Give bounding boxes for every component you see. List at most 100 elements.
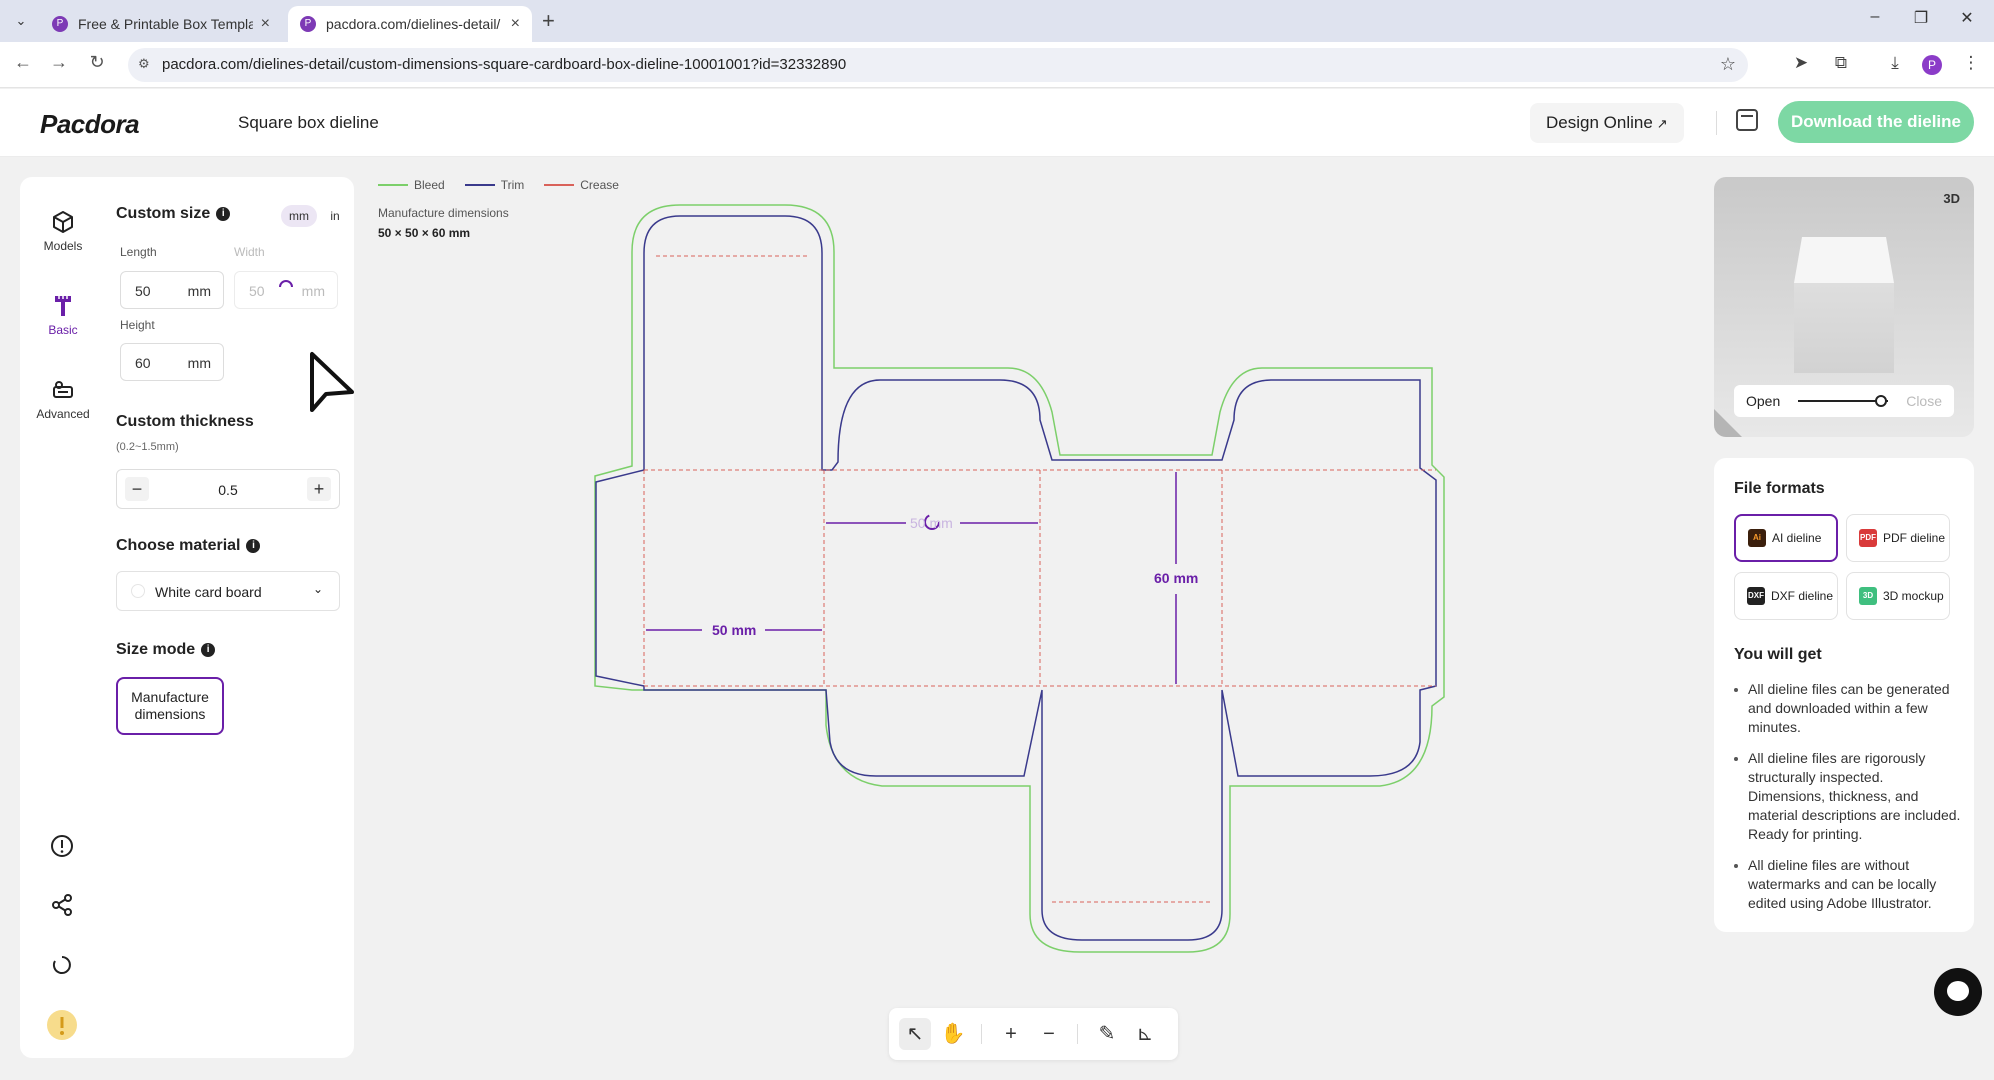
unit-mm-option[interactable]: mm (281, 205, 317, 227)
box-front-face (1794, 283, 1894, 373)
window-close-icon[interactable]: ✕ (1952, 8, 1982, 28)
info-icon[interactable]: i (246, 538, 261, 553)
box-top-face (1794, 237, 1894, 283)
pacdora-favicon: P (52, 16, 68, 32)
material-select[interactable]: White card board ⌄ (116, 571, 340, 611)
file-formats-title: File formats (1734, 480, 1825, 497)
menu-icon[interactable]: ⋮ (1958, 53, 1984, 73)
size-mode-line1: Manufacture (131, 689, 209, 705)
legend-trim: Trim (464, 178, 525, 192)
legend: Bleed Trim Crease (378, 178, 639, 192)
dimension-markers (646, 472, 1177, 684)
list-item: All dieline files are rigorously structu… (1734, 749, 1962, 844)
alert-icon[interactable] (50, 834, 74, 858)
thickness-value[interactable]: 0.5 (117, 482, 339, 498)
pen-tool-icon[interactable]: ✎ (1091, 1018, 1123, 1050)
browser-tab-templates[interactable]: P Free & Printable Box Templat × (40, 6, 282, 42)
measure-tool-icon[interactable]: ⊾ (1129, 1018, 1161, 1050)
tab-list-icon[interactable]: ⌄ (10, 10, 32, 32)
new-tab-icon[interactable]: + (542, 8, 555, 34)
close-icon[interactable]: × (261, 15, 270, 33)
spinner-icon (279, 280, 293, 288)
width-input[interactable]: 50 mm (234, 271, 338, 309)
size-mode-manufacture-button[interactable]: Manufacture dimensions (116, 677, 224, 735)
manufacture-dimensions-value: 50 × 50 × 60 mm (378, 226, 471, 240)
unit-in-option[interactable]: in (317, 205, 353, 227)
custom-size-heading: Custom size i (116, 205, 231, 223)
nav-item-label: Advanced (36, 407, 90, 421)
reload-icon[interactable]: ↻ (84, 52, 110, 73)
nav-item-label: Basic (48, 323, 78, 337)
minimize-icon[interactable]: – (1860, 8, 1890, 26)
profile-avatar[interactable]: P (1922, 55, 1942, 75)
3d-rotate-icon[interactable]: 3D (1943, 191, 1960, 206)
3d-preview[interactable]: 3D Open Close (1714, 177, 1974, 437)
app-header: Pacdora Square box dieline Design Online… (0, 89, 1994, 157)
forward-icon[interactable]: → (46, 52, 72, 73)
list-item: All dieline files are without watermarks… (1734, 856, 1962, 913)
slider-handle[interactable] (1874, 395, 1887, 407)
open-close-slider[interactable]: Open Close (1734, 385, 1954, 417)
select-tool-icon[interactable]: ↖ (899, 1018, 931, 1050)
legend-label: Trim (500, 178, 525, 192)
3d-mockup-icon: 3D (1859, 587, 1877, 605)
close-icon[interactable]: × (511, 15, 520, 33)
site-info-icon[interactable]: ⚙ (138, 56, 150, 72)
pdf-file-icon: PDF (1859, 529, 1877, 547)
nav-item-label: Models (43, 239, 83, 253)
download-dieline-button[interactable]: Download the dieline (1778, 101, 1974, 143)
info-icon[interactable]: i (216, 206, 231, 221)
list-item: All dieline files can be generated and d… (1734, 680, 1962, 737)
pdf-dieline-button[interactable]: PDF PDF dieline (1846, 514, 1950, 562)
ai-dieline-button[interactable]: Ai AI dieline (1734, 514, 1838, 562)
you-will-get-title: You will get (1734, 646, 1822, 663)
hand-tool-icon[interactable]: ✋ (937, 1018, 969, 1050)
info-icon[interactable]: i (201, 642, 216, 657)
nav-item-basic[interactable]: Basic (20, 293, 106, 337)
3d-mockup-button[interactable]: 3D 3D mockup (1846, 572, 1950, 620)
height-value: 60 (135, 355, 151, 371)
format-label: DXF dieline (1771, 589, 1834, 603)
length-unit: mm (187, 283, 211, 299)
legend-bleed: Bleed (378, 178, 445, 192)
pacdora-logo[interactable]: Pacdora (40, 109, 140, 140)
zoom-in-icon[interactable]: + (995, 1018, 1027, 1050)
length-input[interactable]: 50 mm (120, 271, 224, 309)
url-text: pacdora.com/dielines-detail/custom-dimen… (162, 56, 847, 73)
size-mode-line2: dimensions (134, 706, 206, 722)
address-bar: ← → ↻ ⚙ pacdora.com/dielines-detail/cust… (0, 42, 1994, 88)
browser-tab-dieline[interactable]: P pacdora.com/dielines-detail/ × (288, 6, 532, 42)
design-online-button[interactable]: Design Online ↗ (1530, 103, 1684, 143)
share-icon[interactable] (50, 893, 74, 917)
dxf-file-icon: DXF (1747, 587, 1765, 605)
header-divider (1716, 111, 1717, 135)
cart-icon[interactable] (1736, 109, 1758, 131)
chat-support-button[interactable] (1934, 968, 1982, 1016)
tab-title: Free & Printable Box Templat (78, 16, 253, 32)
download-icon[interactable]: ⤓ (1882, 53, 1908, 73)
height-input[interactable]: 60 mm (120, 343, 224, 381)
format-label: AI dieline (1772, 531, 1822, 545)
send-icon[interactable]: ➤ (1788, 53, 1814, 73)
nav-item-models[interactable]: Models (20, 209, 106, 253)
feedback-icon[interactable] (46, 1009, 78, 1041)
restore-icon[interactable]: ❐ (1906, 8, 1936, 28)
width-dimension-label: 50 mm (910, 515, 953, 531)
bookmark-star-icon[interactable]: ☆ (1720, 54, 1736, 75)
unit-toggle: mm in (281, 205, 359, 227)
manufacture-dimensions-label: Manufacture dimensions (378, 206, 509, 220)
left-panel: Models Basic Advanced Custom size i mm i… (20, 177, 354, 1058)
dxf-dieline-button[interactable]: DXF DXF dieline (1734, 572, 1838, 620)
extensions-icon[interactable]: ⧉ (1828, 53, 1854, 73)
tab-title: pacdora.com/dielines-detail/ (326, 16, 501, 32)
increment-button[interactable]: + (307, 477, 331, 501)
custom-size-label: Custom size (116, 205, 211, 222)
zoom-out-icon[interactable]: − (1033, 1018, 1065, 1050)
nav-item-advanced[interactable]: Advanced (20, 377, 106, 421)
ruler-icon (55, 296, 71, 316)
external-link-icon: ↗ (1656, 116, 1668, 131)
url-field[interactable]: ⚙ pacdora.com/dielines-detail/custom-dim… (128, 48, 1748, 82)
crease-lines (643, 255, 1436, 903)
choose-material-label: Choose material (116, 537, 241, 554)
back-icon[interactable]: ← (10, 52, 36, 73)
